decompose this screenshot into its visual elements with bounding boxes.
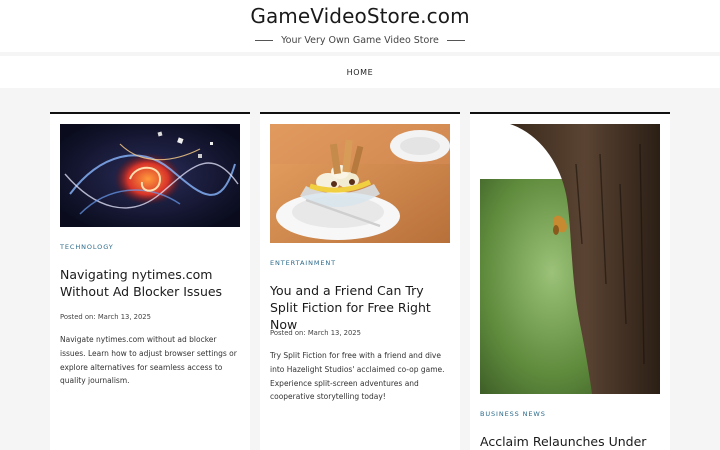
site-tagline: Your Very Own Game Video Store <box>281 34 439 46</box>
post-category[interactable]: ENTERTAINMENT <box>270 259 336 267</box>
post-category[interactable]: TECHNOLOGY <box>60 243 114 251</box>
dessert-image <box>270 124 450 243</box>
posted-on-label: Posted on: <box>60 313 96 321</box>
nav-item-home[interactable]: HOME <box>347 68 374 77</box>
tree-cicada-image <box>480 124 660 394</box>
post-meta: Posted on: March 13, 2025 <box>60 313 151 321</box>
post-date[interactable]: March 13, 2025 <box>308 329 361 337</box>
post-card: TECHNOLOGY Navigating nytimes.com Withou… <box>50 112 250 450</box>
post-title[interactable]: You and a Friend Can Try Split Fiction f… <box>270 282 452 333</box>
post-meta: Posted on: March 13, 2025 <box>270 329 361 337</box>
post-excerpt: Try Split Fiction for free with a friend… <box>270 351 445 402</box>
tagline-divider-right <box>446 39 465 41</box>
swirl-artwork-image <box>60 124 240 227</box>
site-title[interactable]: GameVideoStore.com <box>0 4 720 28</box>
post-category[interactable]: BUSINESS NEWS <box>480 410 546 418</box>
post-thumbnail-tree[interactable] <box>480 124 660 394</box>
post-title[interactable]: Navigating nytimes.com Without Ad Blocke… <box>60 266 242 300</box>
post-thumbnail-dessert[interactable] <box>270 124 450 243</box>
main-nav: HOME <box>0 56 720 88</box>
site-header: GameVideoStore.com Your Very Own Game Vi… <box>0 0 720 52</box>
tagline-divider-left <box>255 39 274 41</box>
post-excerpt: Navigate nytimes.com without ad blocker … <box>60 335 237 386</box>
post-date[interactable]: March 13, 2025 <box>98 313 151 321</box>
tagline-row: Your Very Own Game Video Store <box>0 33 720 47</box>
posted-on-label: Posted on: <box>270 329 306 337</box>
post-card: ENTERTAINMENT You and a Friend Can Try S… <box>260 112 460 450</box>
post-thumbnail-swirl[interactable] <box>60 124 240 227</box>
post-card: BUSINESS NEWS Acclaim Relaunches Under C… <box>470 112 670 450</box>
post-title[interactable]: Acclaim Relaunches Under CEO <box>480 433 662 450</box>
